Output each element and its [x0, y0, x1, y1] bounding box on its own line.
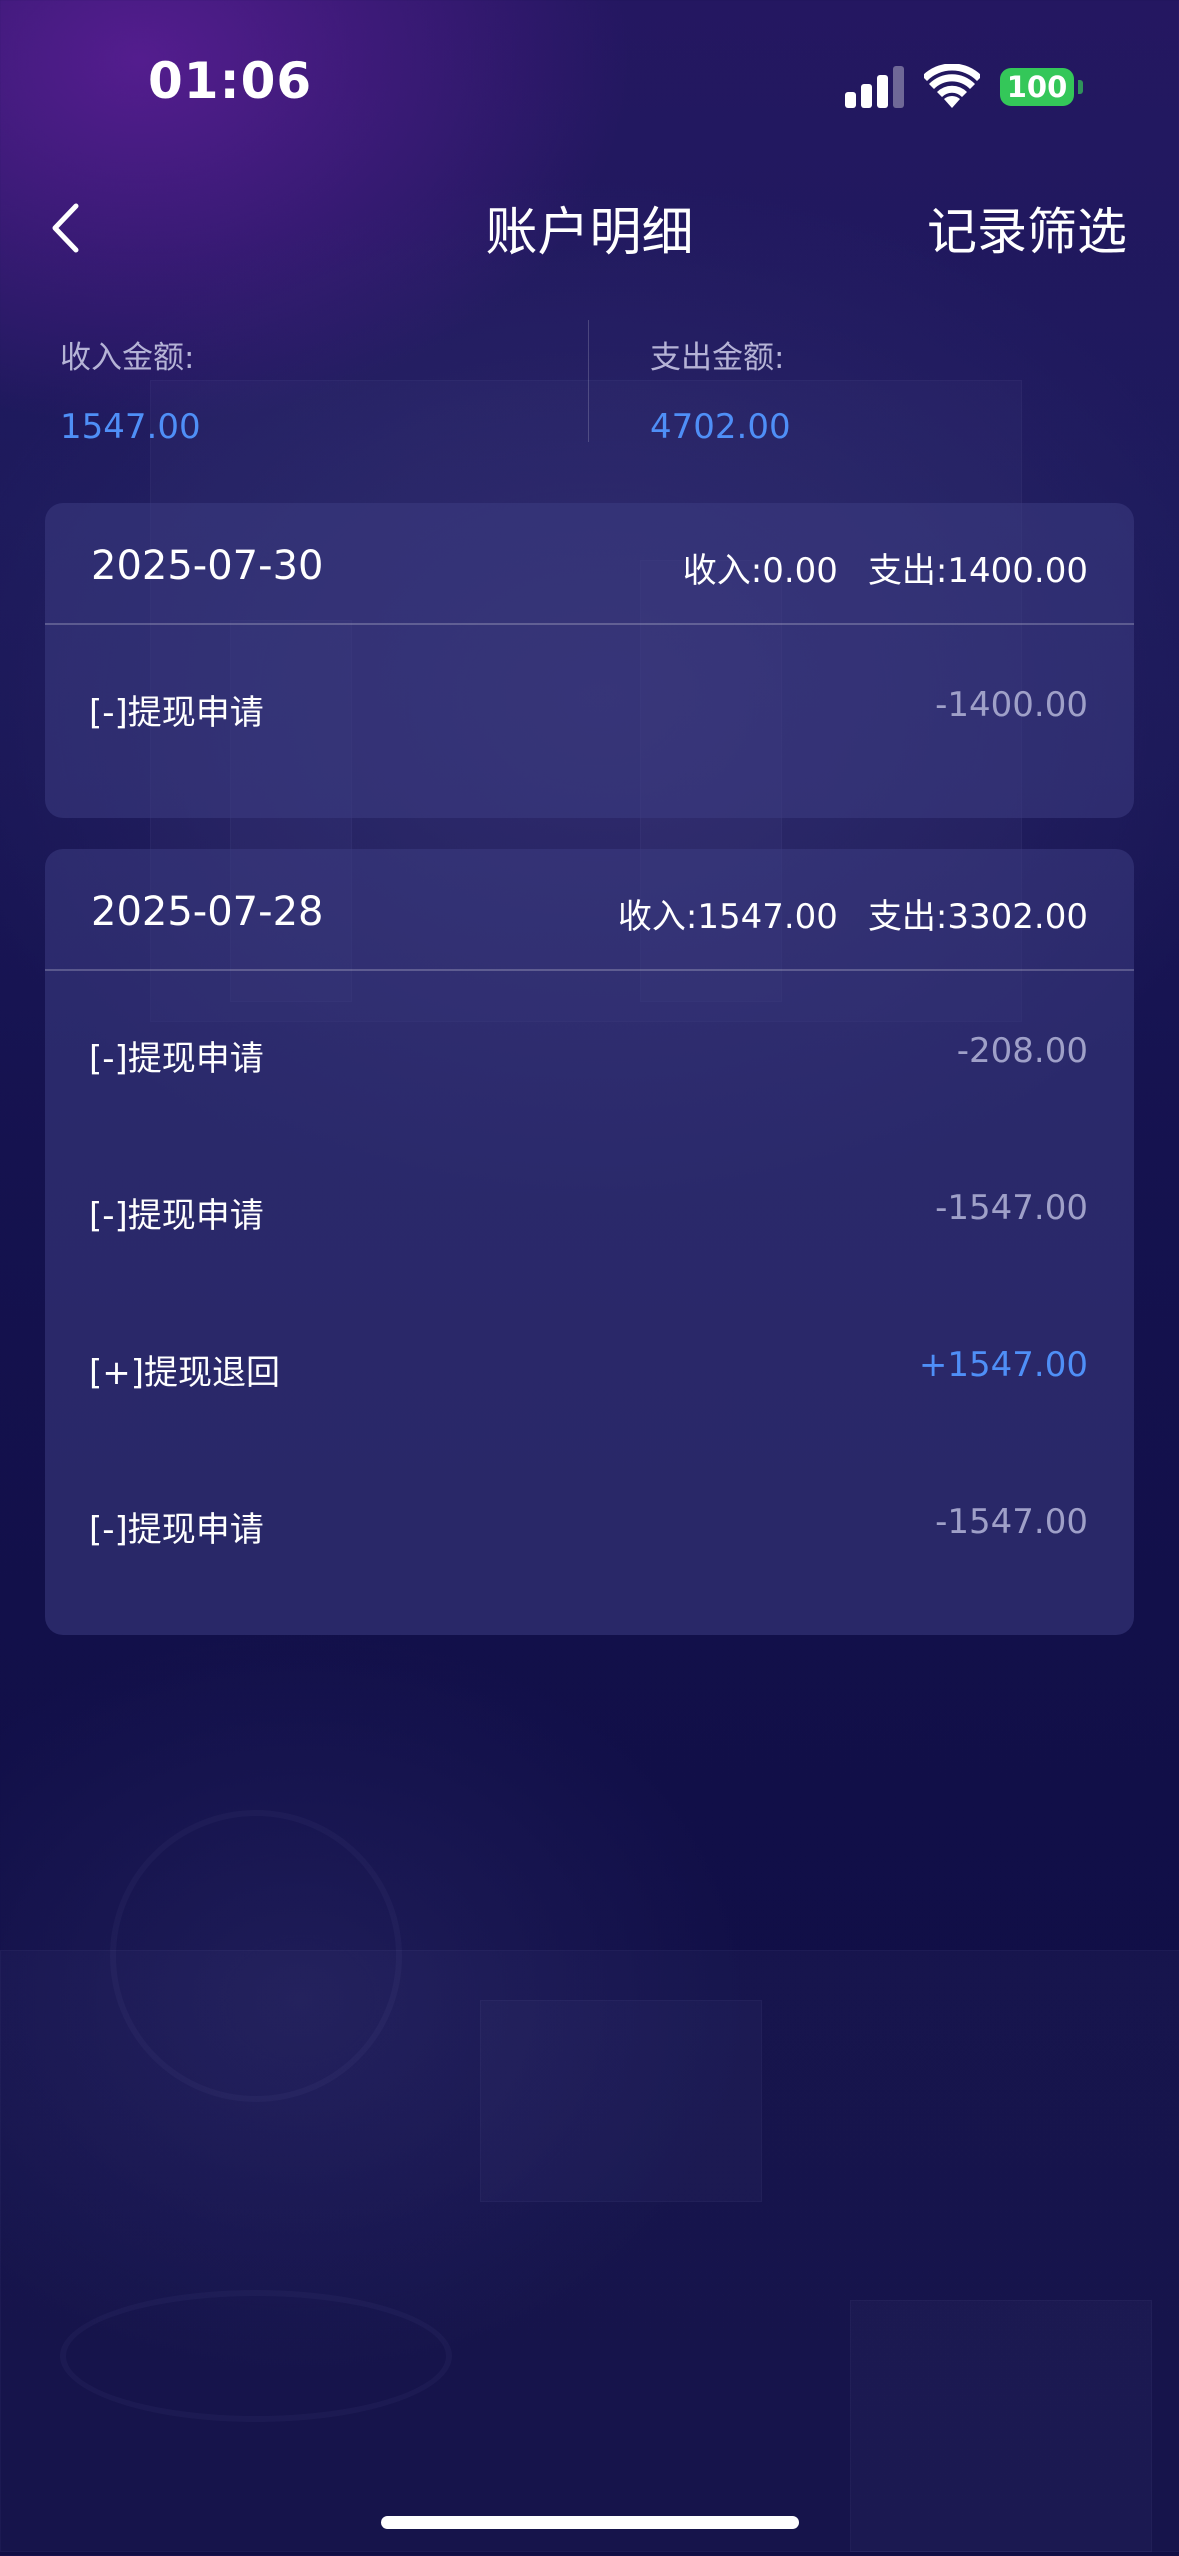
day-income: 收入:0.00	[682, 551, 838, 591]
income-label: 收入金额:	[60, 340, 195, 376]
transaction-label: [-]提现申请	[89, 1039, 264, 1079]
transaction-row[interactable]: [-]提现申请 -1400.00	[45, 625, 1134, 782]
day-card: 2025-07-30 收入:0.00 支出:1400.00 [-]提现申请 -14…	[45, 503, 1134, 818]
transaction-amount: -1547.00	[935, 1502, 1088, 1542]
transaction-amount: -208.00	[956, 1031, 1088, 1071]
balance-summary: 收入金额: 1547.00 支出金额: 4702.00	[0, 320, 1179, 450]
wifi-icon	[924, 64, 980, 108]
expense-value: 4702.00	[650, 407, 791, 447]
day-card-header: 2025-07-28 收入:1547.00 支出:3302.00	[45, 849, 1134, 971]
transaction-amount: -1400.00	[935, 685, 1088, 725]
day-card: 2025-07-28 收入:1547.00 支出:3302.00 [-]提现申请 …	[45, 849, 1134, 1635]
cellular-signal-icon	[845, 66, 905, 108]
day-income: 收入:1547.00	[617, 897, 838, 937]
transaction-row[interactable]: [-]提现申请 -208.00	[45, 971, 1134, 1128]
transaction-label: [-]提现申请	[89, 1196, 264, 1236]
summary-divider	[588, 320, 589, 442]
day-expense: 支出:1400.00	[867, 551, 1088, 591]
transaction-row[interactable]: [+]提现退回 +1547.00	[45, 1285, 1134, 1442]
status-bar: 01:06 100	[0, 0, 1179, 160]
record-filter-button[interactable]: 记录筛选	[927, 192, 1127, 264]
battery-icon: 100	[1000, 68, 1074, 106]
transaction-row[interactable]: [-]提现申请 -1547.00	[45, 1442, 1134, 1599]
expense-label: 支出金额:	[650, 340, 785, 376]
home-indicator[interactable]	[381, 2516, 799, 2529]
transaction-label: [-]提现申请	[89, 693, 264, 733]
transaction-amount: +1547.00	[918, 1345, 1088, 1385]
day-totals: 收入:1547.00 支出:3302.00	[618, 889, 1088, 938]
status-time: 01:06	[148, 52, 313, 110]
transaction-label: [-]提现申请	[89, 1510, 264, 1550]
battery-tip	[1078, 80, 1083, 94]
income-value: 1547.00	[60, 407, 201, 447]
transaction-label: [+]提现退回	[89, 1353, 281, 1393]
day-expense: 支出:3302.00	[867, 897, 1088, 937]
income-summary: 收入金额: 1547.00	[60, 332, 201, 447]
day-card-header: 2025-07-30 收入:0.00 支出:1400.00	[45, 503, 1134, 625]
day-date: 2025-07-30	[91, 543, 324, 589]
expense-summary: 支出金额: 4702.00	[650, 332, 791, 447]
transaction-amount: -1547.00	[935, 1188, 1088, 1228]
day-totals: 收入:0.00 支出:1400.00	[683, 543, 1088, 592]
transaction-row[interactable]: [-]提现申请 -1547.00	[45, 1128, 1134, 1285]
day-date: 2025-07-28	[91, 889, 324, 935]
